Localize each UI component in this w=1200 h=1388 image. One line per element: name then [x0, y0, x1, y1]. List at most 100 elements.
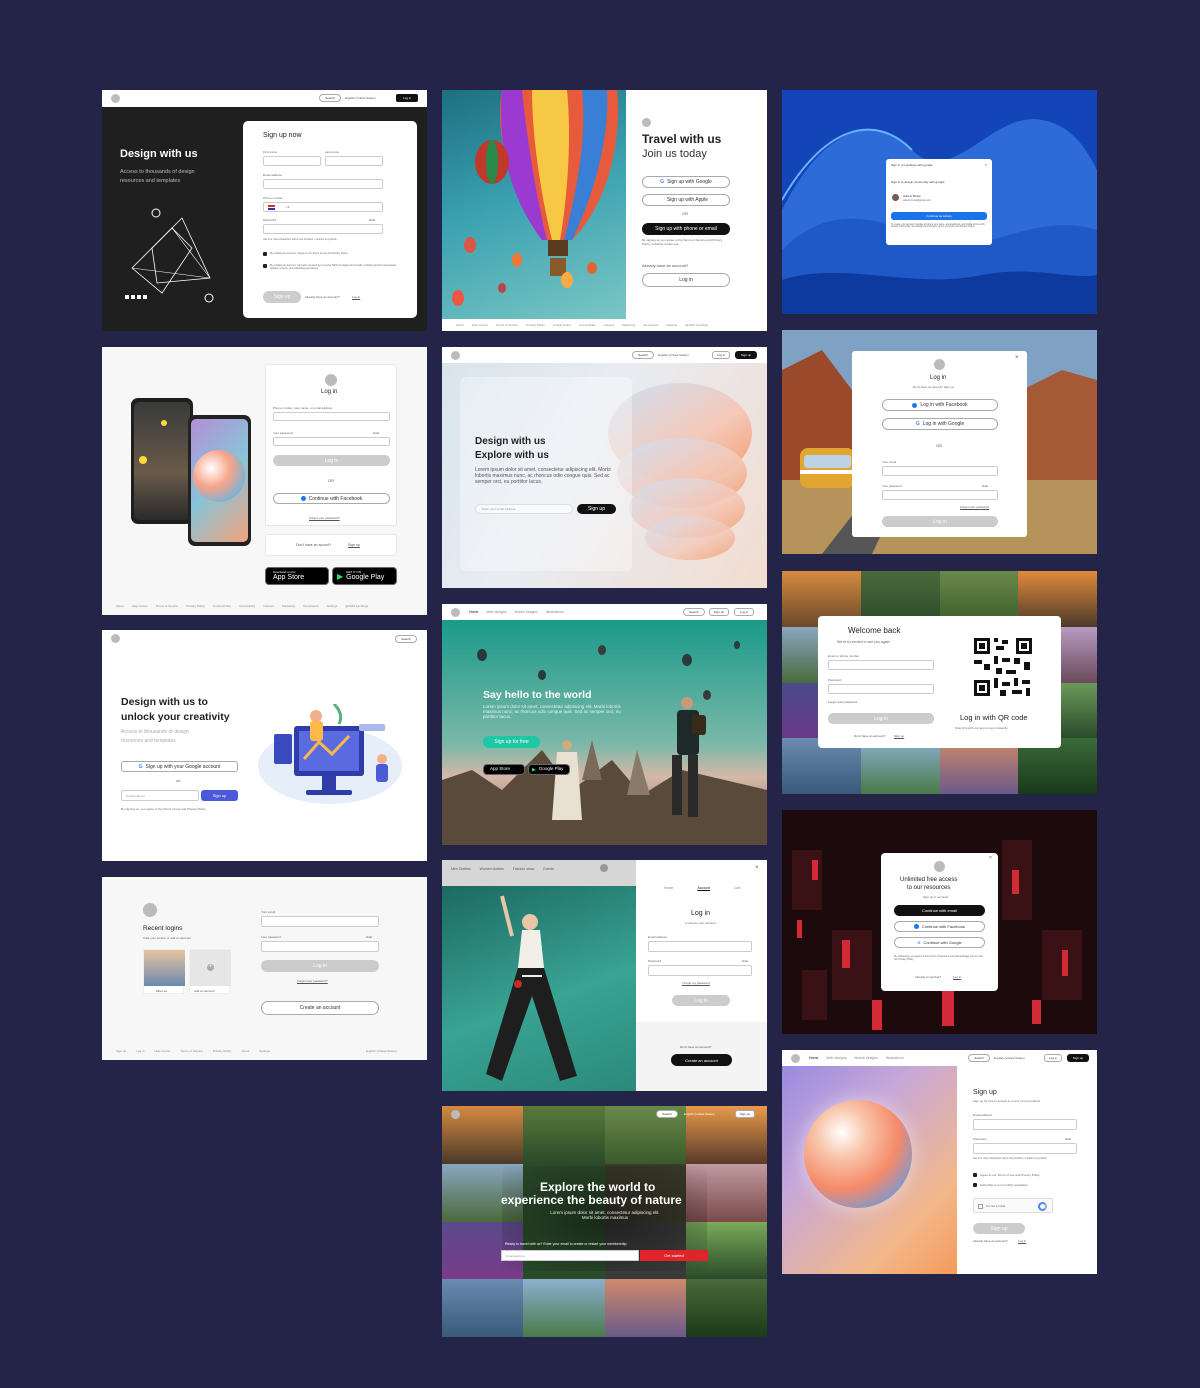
footer-link[interactable]: Sign up — [116, 1049, 126, 1053]
footer-link[interactable]: Settings — [666, 323, 677, 327]
nav-web-designs[interactable]: Web designs — [826, 1056, 846, 1060]
footer-link[interactable]: Careers — [603, 323, 614, 327]
add-account-card[interactable]: + Add an account — [189, 949, 231, 994]
language-select[interactable]: English (United States) — [684, 1112, 715, 1116]
hide-toggle[interactable]: Hide — [1065, 1137, 1071, 1141]
google-signup-button[interactable]: G Sign up with Google — [642, 176, 730, 188]
nav-mobile-designs[interactable]: Mobile designs — [515, 610, 538, 614]
email-input[interactable] — [973, 1119, 1077, 1130]
close-icon[interactable]: × — [989, 855, 992, 861]
hide-toggle[interactable]: Hide — [373, 431, 379, 435]
google-play-badge[interactable]: ▶ GET IT ON Google Play — [332, 567, 397, 585]
phone-email-signup-button[interactable]: Sign up with phone or email — [642, 223, 730, 235]
footer-link[interactable]: Settings — [326, 604, 337, 608]
nav-mobile-designs[interactable]: Mobile designs — [855, 1056, 878, 1060]
nav-illustrations[interactable]: Illustrations — [886, 1056, 904, 1060]
footer-link[interactable]: Privacy Policy — [213, 1049, 232, 1053]
email-input[interactable] — [648, 941, 752, 952]
footer-link[interactable]: Terms of Service — [180, 1049, 202, 1053]
close-icon[interactable]: × — [985, 162, 987, 167]
password-input[interactable] — [828, 684, 934, 694]
signup-button[interactable]: Sign up — [263, 291, 301, 303]
nav-web-designs[interactable]: Web designs — [486, 610, 506, 614]
footer-link[interactable]: Terms of Service — [156, 604, 178, 608]
login-button[interactable]: Log in — [261, 960, 379, 972]
last-name-input[interactable] — [325, 156, 383, 166]
google-signup-button[interactable]: G Sign up with your Google account — [121, 761, 238, 772]
footer-link[interactable]: About — [241, 1049, 249, 1053]
language-select[interactable]: English (United States) — [345, 96, 376, 100]
login-button[interactable]: Log in — [882, 516, 998, 527]
footer-link[interactable]: Cookie Policy — [213, 604, 231, 608]
tab-account[interactable]: Account — [697, 886, 710, 890]
login-link[interactable]: Log in — [352, 295, 360, 299]
email-input[interactable] — [263, 179, 383, 189]
signup-button[interactable]: Sign up — [1067, 1054, 1089, 1062]
tab-cart[interactable]: Cart — [734, 886, 741, 890]
login-button[interactable]: Log in — [642, 273, 730, 287]
signup-cta[interactable]: Sign up — [973, 1223, 1025, 1234]
search-input[interactable]: Search — [656, 1110, 678, 1118]
facebook-continue-button[interactable]: Continue with Facebook — [894, 921, 985, 932]
hide-toggle[interactable]: Hide — [369, 218, 375, 222]
terms-checkbox[interactable] — [263, 252, 267, 256]
footer-link[interactable]: Help Center — [472, 323, 488, 327]
nav-men[interactable]: Men Clothes — [451, 867, 471, 871]
footer-link[interactable]: Help Center — [132, 604, 148, 608]
login-link[interactable]: Log in — [953, 975, 961, 979]
footer-link[interactable]: Cookie Policy — [553, 323, 571, 327]
close-icon[interactable]: × — [1015, 355, 1019, 361]
signup-link[interactable]: Sign up — [894, 734, 904, 738]
captcha-box[interactable]: I'm not a robot — [973, 1198, 1053, 1213]
password-input[interactable] — [973, 1143, 1077, 1154]
signup-button[interactable]: Sign up — [735, 1110, 755, 1118]
login-button[interactable]: Log in — [273, 455, 390, 466]
facebook-button[interactable]: Continue with Facebook — [273, 493, 390, 504]
create-account-button[interactable]: Create an account — [671, 1054, 732, 1066]
forgot-link[interactable]: Forget your password? — [309, 516, 340, 520]
login-button[interactable]: Log in — [712, 351, 730, 359]
nav-women[interactable]: Women clothes — [480, 867, 504, 871]
terms-checkbox[interactable] — [973, 1173, 977, 1177]
footer-link[interactable]: Log in — [136, 1049, 144, 1053]
google-play-badge[interactable]: ▶ Google Play — [528, 764, 570, 775]
signup-link[interactable]: Sign up — [348, 543, 360, 547]
nav-events[interactable]: Events — [543, 867, 554, 871]
email-input[interactable]: Email address — [501, 1250, 639, 1261]
nav-illustrations[interactable]: Illustrations — [546, 610, 564, 614]
forgot-link[interactable]: I forget my password — [682, 981, 710, 985]
language-select[interactable]: English (United States) — [658, 353, 689, 357]
login-link[interactable]: Log in — [1018, 1239, 1026, 1243]
language-select[interactable]: English (United States) — [366, 1049, 397, 1053]
login-button[interactable]: Log in — [734, 608, 754, 616]
newsletter-checkbox[interactable] — [973, 1183, 977, 1187]
password-input[interactable] — [261, 941, 379, 952]
email-input[interactable]: Enter your email address — [475, 504, 573, 514]
apple-signup-button[interactable]: Sign up with Apple — [642, 194, 730, 206]
footer-link[interactable]: Settings — [259, 1049, 270, 1053]
captcha-checkbox[interactable] — [978, 1204, 983, 1209]
footer-link[interactable]: About — [456, 323, 464, 327]
forgot-link[interactable]: Forget your password — [960, 505, 989, 509]
search-input[interactable]: Search — [632, 351, 654, 359]
email-input[interactable] — [828, 660, 934, 670]
app-store-badge[interactable]: App Store — [483, 764, 525, 775]
email-input[interactable] — [261, 916, 379, 927]
hide-toggle[interactable]: Hide — [366, 935, 372, 939]
google-login-button[interactable]: G Log in with Google — [882, 418, 998, 430]
app-store-badge[interactable]: Download on the App Store — [265, 567, 329, 585]
hide-toggle[interactable]: Hide — [742, 959, 748, 963]
footer-link[interactable]: Privacy Policy — [526, 323, 545, 327]
username-input[interactable] — [273, 412, 390, 421]
footer-link[interactable]: Accessibility — [579, 323, 595, 327]
sms-checkbox[interactable] — [263, 264, 267, 268]
login-button[interactable]: Log in — [828, 713, 934, 724]
email-continue-button[interactable]: Continue with email — [894, 905, 985, 916]
footer-link[interactable]: Developers — [643, 323, 658, 327]
forgot-link[interactable]: Forget your password — [828, 700, 857, 704]
login-button[interactable]: Log in — [396, 94, 418, 102]
hide-toggle[interactable]: Hide — [982, 484, 988, 488]
password-input[interactable] — [648, 965, 752, 976]
login-button[interactable]: Log in — [672, 995, 730, 1006]
create-account-button[interactable]: Create an account — [261, 1001, 379, 1015]
